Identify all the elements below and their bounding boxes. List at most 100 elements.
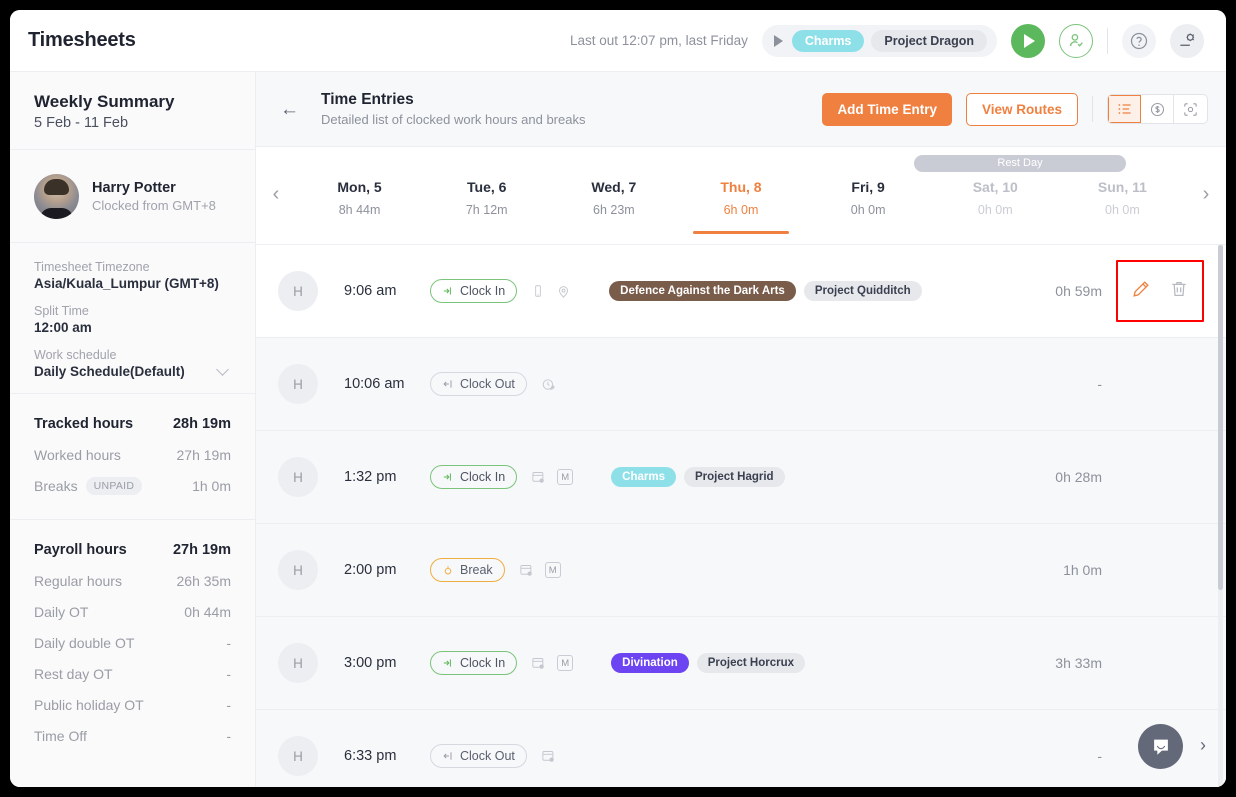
view-mode-list-button[interactable] <box>1108 95 1141 123</box>
sidebar: Weekly Summary 5 Feb - 11 Feb Harry Pott… <box>10 72 256 787</box>
active-tracker-pill[interactable]: Charms Project Dragon <box>761 24 997 57</box>
stat-label: Worked hours <box>34 446 121 463</box>
stat-value: 27h 19m <box>176 446 231 463</box>
user-check-button[interactable] <box>1059 23 1093 58</box>
status-badge-label: Break <box>460 563 493 577</box>
clock-out-icon <box>443 752 452 760</box>
view-routes-button[interactable]: View Routes <box>965 92 1078 126</box>
day-label: Mon, 5 <box>337 179 382 195</box>
entry-source-icons <box>531 284 571 299</box>
arrow-left-icon[interactable]: ← <box>280 100 299 119</box>
table-row[interactable]: H 6:33 pm Clock Out - <box>256 710 1226 787</box>
person-name: Harry Potter <box>92 179 176 196</box>
start-timer-button[interactable] <box>1011 23 1045 58</box>
next-week-button[interactable]: › <box>1186 179 1226 206</box>
day-tab-wed[interactable]: Wed, 7 6h 23m <box>550 179 677 229</box>
status-badge-label: Clock Out <box>460 377 515 391</box>
project-tag[interactable]: Project Quidditch <box>803 281 922 301</box>
stat-row-time-off: Time Off - <box>34 720 231 751</box>
entry-tags: Divination Project Horcrux <box>611 653 806 673</box>
clock-in-icon <box>443 659 451 667</box>
status-badge: Clock Out <box>430 372 527 396</box>
entry-time: 10:06 am <box>344 376 405 392</box>
top-bar-right: Last out 12:07 pm, last Friday Charms Pr… <box>570 23 1204 58</box>
meta-value-split-time: 12:00 am <box>34 320 92 335</box>
stat-value: - <box>226 727 231 744</box>
entry-tags: Defence Against the Dark Arts Project Qu… <box>609 281 922 301</box>
view-mode-location-button[interactable] <box>1174 95 1207 123</box>
page-title: Timesheets <box>28 29 136 51</box>
timesheet-meta-block: Timesheet Timezone Asia/Kuala_Lumpur (GM… <box>10 243 255 394</box>
task-tag[interactable]: Divination <box>611 653 689 673</box>
day-tab-tue[interactable]: Tue, 6 7h 12m <box>423 179 550 229</box>
stat-row-daily-double-ot: Daily double OT - <box>34 627 231 658</box>
help-button[interactable] <box>1122 23 1156 58</box>
main-subtitle: Detailed list of clocked work hours and … <box>321 112 586 127</box>
scrollbar-thumb[interactable] <box>1218 245 1223 590</box>
chat-launcher-button[interactable] <box>1138 724 1183 769</box>
day-label: Sun, 11 <box>1097 179 1147 195</box>
main-panel: ← Time Entries Detailed list of clocked … <box>256 72 1226 787</box>
help-circle-icon <box>1130 32 1148 49</box>
dollar-view-icon <box>1150 102 1164 116</box>
payroll-hours-block: Payroll hours 27h 19m Regular hours 26h … <box>10 520 255 757</box>
prev-week-button[interactable]: ‹ <box>256 179 296 206</box>
day-tab-fri[interactable]: Fri, 9 0h 0m <box>805 179 932 229</box>
delete-entry-button[interactable] <box>1169 279 1189 304</box>
entry-source-icons: M <box>519 562 561 578</box>
meta-label-work-schedule: Work schedule <box>34 348 117 362</box>
clock-in-icon <box>443 473 451 481</box>
settings-button[interactable] <box>1170 23 1204 58</box>
pencil-icon <box>1133 280 1149 297</box>
project-tag[interactable]: Project Hagrid <box>683 467 785 487</box>
edit-entry-button[interactable] <box>1131 279 1151 304</box>
list-view-icon <box>1118 104 1131 114</box>
day-tab-thu[interactable]: Thu, 8 6h 0m <box>677 179 804 234</box>
main-header-actions: Add Time Entry View Routes <box>822 92 1208 126</box>
stat-value: - <box>226 696 231 713</box>
day-hours: 0h 0m <box>850 203 886 217</box>
day-tab-sat[interactable]: Sat, 10 0h 0m <box>932 179 1059 229</box>
work-schedule-select[interactable]: Daily Schedule(Default) <box>34 363 231 379</box>
entry-time: 9:06 am <box>344 283 397 299</box>
stat-row-payroll-hours: Payroll hours 27h 19m <box>34 534 231 565</box>
stat-label: Rest day OT <box>34 665 113 682</box>
person-timezone-note: Clocked from GMT+8 <box>92 197 216 213</box>
clock-edit-icon <box>541 377 556 392</box>
entry-duration: 1h 0m <box>1063 562 1102 578</box>
stat-label: Daily double OT <box>34 634 135 651</box>
day-hours: 7h 12m <box>465 203 508 217</box>
project-tag[interactable]: Project Horcrux <box>696 653 806 673</box>
stat-row-tracked-hours: Tracked hours 28h 19m <box>34 408 231 439</box>
day-label: Tue, 6 <box>467 179 507 195</box>
meta-value-timezone: Asia/Kuala_Lumpur (GMT+8) <box>34 276 219 291</box>
entry-source-icons: M <box>531 655 574 671</box>
stat-row-regular-hours: Regular hours 26h 35m <box>34 565 231 596</box>
main-header-text: Time Entries Detailed list of clocked wo… <box>321 91 585 127</box>
play-circle-icon <box>1024 33 1035 48</box>
app-window: Timesheets Last out 12:07 pm, last Frida… <box>10 10 1226 787</box>
clock-out-icon <box>443 380 452 388</box>
add-time-entry-button[interactable]: Add Time Entry <box>822 92 952 126</box>
table-row[interactable]: H 2:00 pm Break M 1h 0m <box>256 524 1226 617</box>
m-badge-icon: M <box>557 469 574 485</box>
tracker-task-chip[interactable]: Charms <box>791 29 865 52</box>
table-row[interactable]: H 10:06 am Clock Out - <box>256 338 1226 431</box>
day-hours: 6h 0m <box>723 203 759 217</box>
table-row[interactable]: H 3:00 pm Clock In M Divination Project … <box>256 617 1226 710</box>
stat-label: Daily OT <box>34 603 89 620</box>
tracker-project-chip[interactable]: Project Dragon <box>871 29 987 52</box>
table-row[interactable]: H 9:06 am Clock In Defence Against the D… <box>256 245 1226 338</box>
day-tab-sun[interactable]: Sun, 11 0h 0m <box>1059 179 1186 229</box>
task-tag[interactable]: Charms <box>611 467 676 487</box>
day-label: Sat, 10 <box>972 179 1018 195</box>
view-mode-cost-button[interactable] <box>1141 95 1174 123</box>
status-badge: Break <box>430 558 505 582</box>
table-row[interactable]: H 1:32 pm Clock In M Charms Project Hagr… <box>256 431 1226 524</box>
chevron-right-icon[interactable]: › <box>1200 735 1206 756</box>
stat-value: 1h 0m <box>192 477 231 494</box>
day-tab-mon[interactable]: Mon, 5 8h 44m <box>296 179 423 229</box>
stat-label: Regular hours <box>34 572 122 589</box>
day-hours: 0h 0m <box>977 203 1013 217</box>
task-tag[interactable]: Defence Against the Dark Arts <box>609 281 796 301</box>
